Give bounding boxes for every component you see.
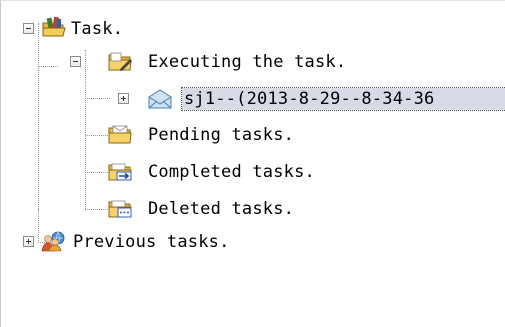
tree-node-label: Task. (71, 19, 124, 39)
collapse-toggle[interactable] (23, 23, 34, 34)
folder-edit-icon (108, 52, 132, 71)
folder-books-icon (42, 16, 66, 37)
tree-node-label: Deleted tasks. (148, 199, 295, 219)
tree-node-label: Completed tasks. (148, 162, 315, 182)
folder-envelope-icon (108, 125, 132, 144)
folder-arrow-icon (108, 163, 132, 181)
folder-dashed-icon (108, 200, 132, 218)
tree-node-pending[interactable]: Pending tasks. (1, 122, 501, 148)
users-globe-icon (41, 231, 65, 252)
expand-toggle[interactable] (118, 93, 129, 104)
task-tree-view[interactable]: Task. Executing the task. sj1--(2013-8-2… (0, 0, 505, 327)
tree-node-executing[interactable]: Executing the task. (1, 49, 501, 75)
tree-node-label: sj1--(2013-8-29--8-34-36 (181, 87, 505, 111)
expand-toggle[interactable] (23, 236, 34, 247)
tree-node-label: Executing the task. (148, 52, 347, 72)
tree-node-task[interactable]: Task. (1, 16, 501, 42)
tree-node-completed[interactable]: Completed tasks. (1, 159, 501, 185)
tree-node-previous[interactable]: Previous tasks. (1, 229, 501, 255)
collapse-toggle[interactable] (70, 56, 81, 67)
tree-node-label: Previous tasks. (73, 232, 230, 252)
tree-node-label: Pending tasks. (148, 125, 295, 145)
envelope-icon (148, 89, 172, 109)
tree-node-task-item[interactable]: sj1--(2013-8-29--8-34-36 (1, 86, 505, 112)
tree-node-deleted[interactable]: Deleted tasks. (1, 196, 501, 222)
